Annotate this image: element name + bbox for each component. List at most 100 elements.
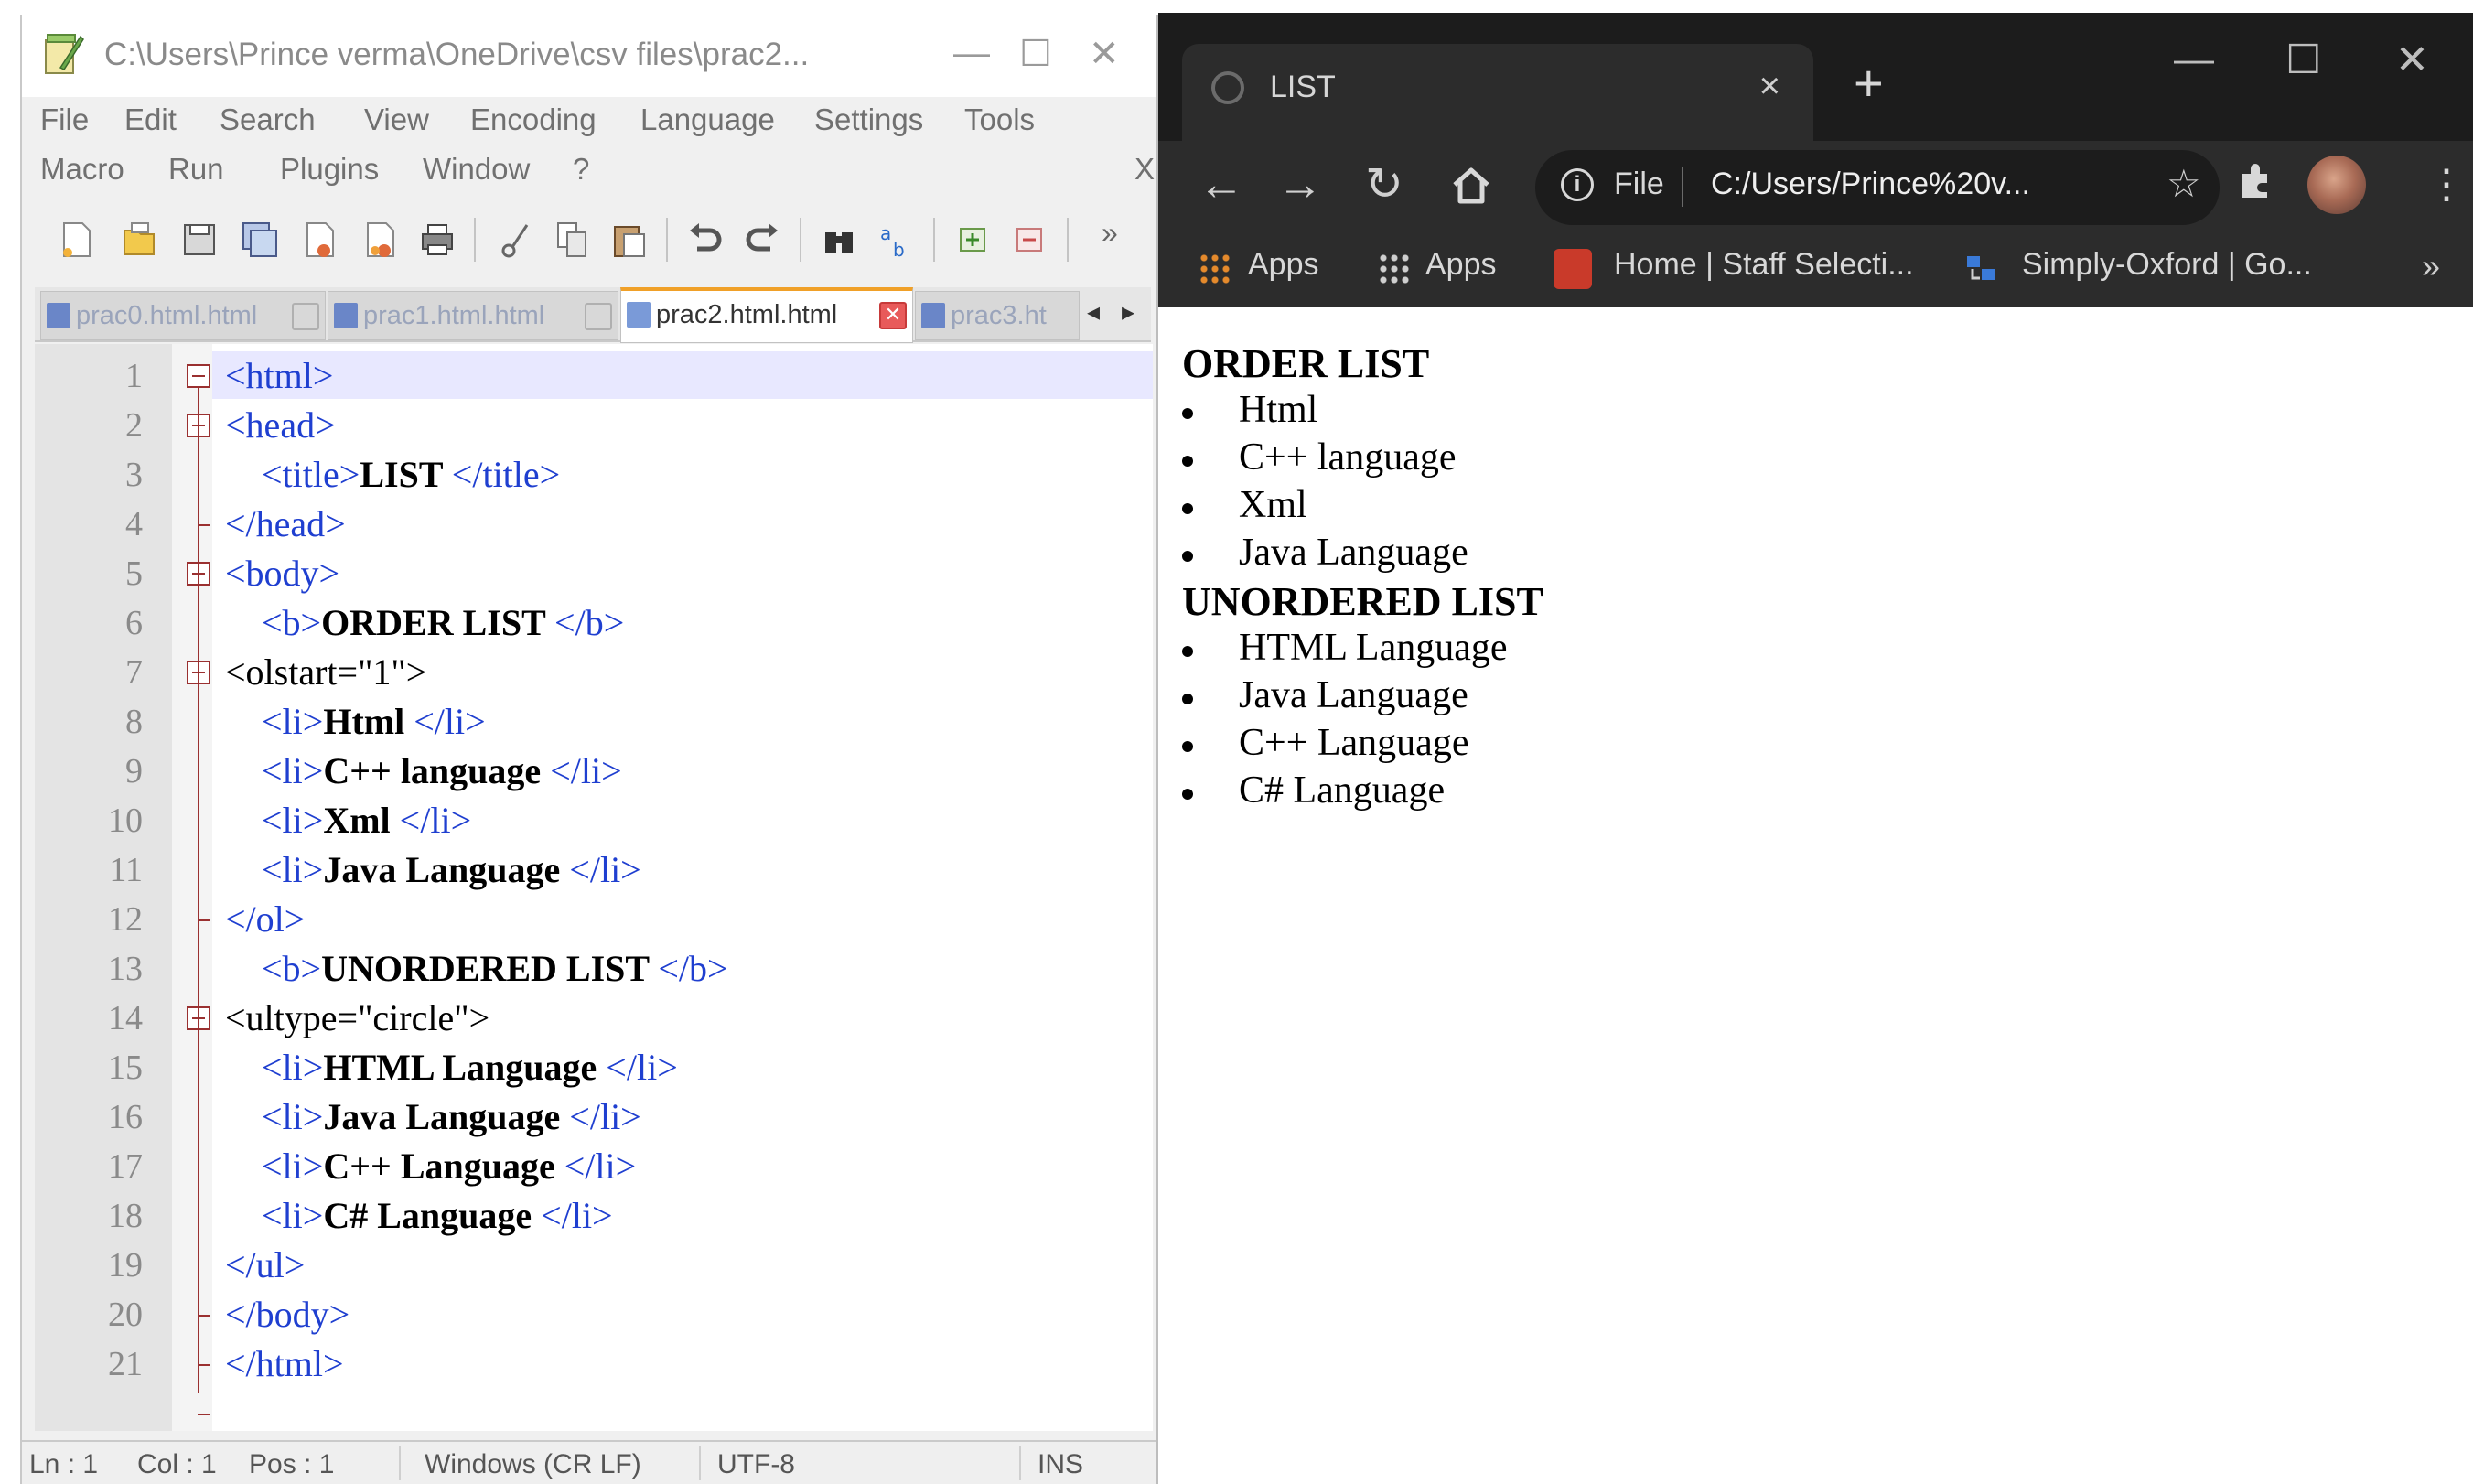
tab-prac1[interactable]: prac1.html.html [328,291,618,340]
zoom-in-icon[interactable] [955,220,992,260]
maximize-icon[interactable]: ☐ [1019,33,1052,75]
bookmark-simply-oxford[interactable]: Simply-Oxford | Go... [2022,247,2312,283]
save-all-icon[interactable] [242,220,278,260]
undo-icon[interactable] [686,220,723,260]
code-line[interactable]: </html> [225,1339,344,1389]
browser-tab[interactable]: LIST × [1182,44,1813,141]
code-line[interactable]: <b>ORDER LIST </b> [262,598,624,648]
code-line[interactable]: <li>Java Language </li> [262,1092,641,1142]
profile-avatar[interactable] [2307,156,2366,214]
code-line[interactable]: <li>C# Language </li> [262,1191,613,1241]
menu-settings[interactable]: Settings [814,102,923,137]
bullet-icon [1182,503,1193,514]
print-icon[interactable] [419,220,456,260]
fold-toggle-icon[interactable] [187,364,210,388]
menu-search[interactable]: Search [220,102,316,137]
code-tag: </li> [564,1145,637,1187]
paste-icon[interactable] [611,220,648,260]
code-line[interactable]: <body> [225,549,339,598]
code-line[interactable]: </ol> [225,895,305,944]
bookmarks-overflow-icon[interactable]: » [2422,247,2440,285]
tab-scroll-left-icon[interactable]: ◂ [1087,296,1100,327]
bookmark-apps[interactable]: Apps [1248,247,1319,283]
menu-view[interactable]: View [364,102,429,137]
menu-language[interactable]: Language [640,102,775,137]
menu-tools[interactable]: Tools [964,102,1035,137]
close-document-button[interactable]: X [1134,152,1155,187]
forward-icon[interactable]: → [1277,157,1323,210]
extensions-icon[interactable] [2234,161,2274,201]
code-line[interactable]: <li>Java Language </li> [262,845,641,895]
cut-icon[interactable] [498,220,534,260]
code-editor[interactable]: 1 2 3 4 5 6 7 8 9 10 11 12 13 14 15 16 1… [35,344,1153,1431]
reload-icon[interactable]: ↻ [1365,157,1403,210]
list-item-text: C# Language [1239,769,1446,812]
tab-prac2[interactable]: prac2.html.html ✕ [620,287,913,343]
minimize-icon[interactable]: — [953,33,990,74]
menu-file[interactable]: File [40,102,89,137]
code-line[interactable]: <li>Html </li> [262,697,486,747]
toolbar-separator [666,218,668,262]
toolbar-overflow-icon[interactable]: » [1102,216,1118,250]
menu-plugins[interactable]: Plugins [280,152,379,187]
close-all-icon[interactable] [362,220,399,260]
tab-close-icon[interactable] [292,303,319,330]
save-icon[interactable] [181,220,218,260]
code-tag: <li> [262,750,324,791]
home-icon[interactable] [1449,165,1493,207]
tab-close-icon[interactable]: ✕ [879,302,907,329]
code-line[interactable]: <b>UNORDERED LIST </b> [262,944,728,994]
close-icon[interactable]: ✕ [1089,33,1120,75]
info-icon[interactable]: i [1561,168,1594,201]
tab-close-icon[interactable] [585,303,612,330]
code-line[interactable]: <li>HTML Language </li> [262,1043,678,1092]
code-line[interactable]: </body> [225,1290,349,1339]
close-icon[interactable]: ✕ [2395,37,2429,83]
tab-prac0[interactable]: prac0.html.html [40,291,326,340]
line-number: 2 [125,406,143,445]
code-tag: <b> [262,948,322,989]
address-separator [1682,167,1683,207]
tab-prac3[interactable]: prac3.ht [915,291,1080,340]
menu-encoding[interactable]: Encoding [470,102,597,137]
back-icon[interactable]: ← [1199,157,1244,210]
minimize-icon[interactable]: — [2174,37,2214,82]
bookmark-star-icon[interactable]: ☆ [2167,161,2201,206]
close-file-icon[interactable] [302,220,339,260]
new-tab-button[interactable]: + [1854,53,1884,113]
replace-icon[interactable]: ab [878,220,915,260]
code-line[interactable]: <li>C++ Language </li> [262,1142,636,1191]
menu-help[interactable]: ? [573,152,589,187]
bullet-icon [1182,646,1193,657]
toolbar-separator [933,218,935,262]
status-column: Col : 1 [137,1449,217,1479]
code-line[interactable]: <title>LIST </title> [262,450,560,500]
code-line[interactable]: <html> [225,351,333,401]
code-line[interactable]: </head> [225,500,346,549]
code-line[interactable]: <li>Xml </li> [262,796,471,845]
menu-run[interactable]: Run [168,152,224,187]
bullet-icon [1182,789,1193,800]
tab-scroll-right-icon[interactable]: ▸ [1122,296,1134,327]
menu-window[interactable]: Window [423,152,530,187]
code-line[interactable]: <li>C++ language </li> [262,747,622,796]
address-bar[interactable]: i File C:/Users/Prince%20v... ☆ [1535,150,2220,225]
find-icon[interactable] [822,220,858,260]
menu-edit[interactable]: Edit [124,102,177,137]
new-file-icon[interactable] [59,220,95,260]
bookmark-staff-selection[interactable]: Home | Staff Selecti... [1614,247,1914,283]
more-menu-icon[interactable]: ⋮ [2426,161,2467,208]
code-line[interactable]: </ul> [225,1241,305,1290]
code-line[interactable]: <olstart="1"> [225,648,426,697]
redo-icon[interactable] [745,220,781,260]
code-line[interactable]: <ultype="circle"> [225,994,489,1043]
bookmark-apps-2[interactable]: Apps [1425,247,1497,283]
menu-macro[interactable]: Macro [40,152,124,187]
address-url[interactable]: C:/Users/Prince%20v... [1711,167,2030,202]
open-file-icon[interactable] [121,220,157,260]
tab-close-icon[interactable]: × [1759,66,1780,107]
copy-icon[interactable] [554,220,591,260]
maximize-icon[interactable]: ☐ [2285,37,2321,83]
code-line[interactable]: <head> [225,401,336,450]
zoom-out-icon[interactable] [1012,220,1048,260]
